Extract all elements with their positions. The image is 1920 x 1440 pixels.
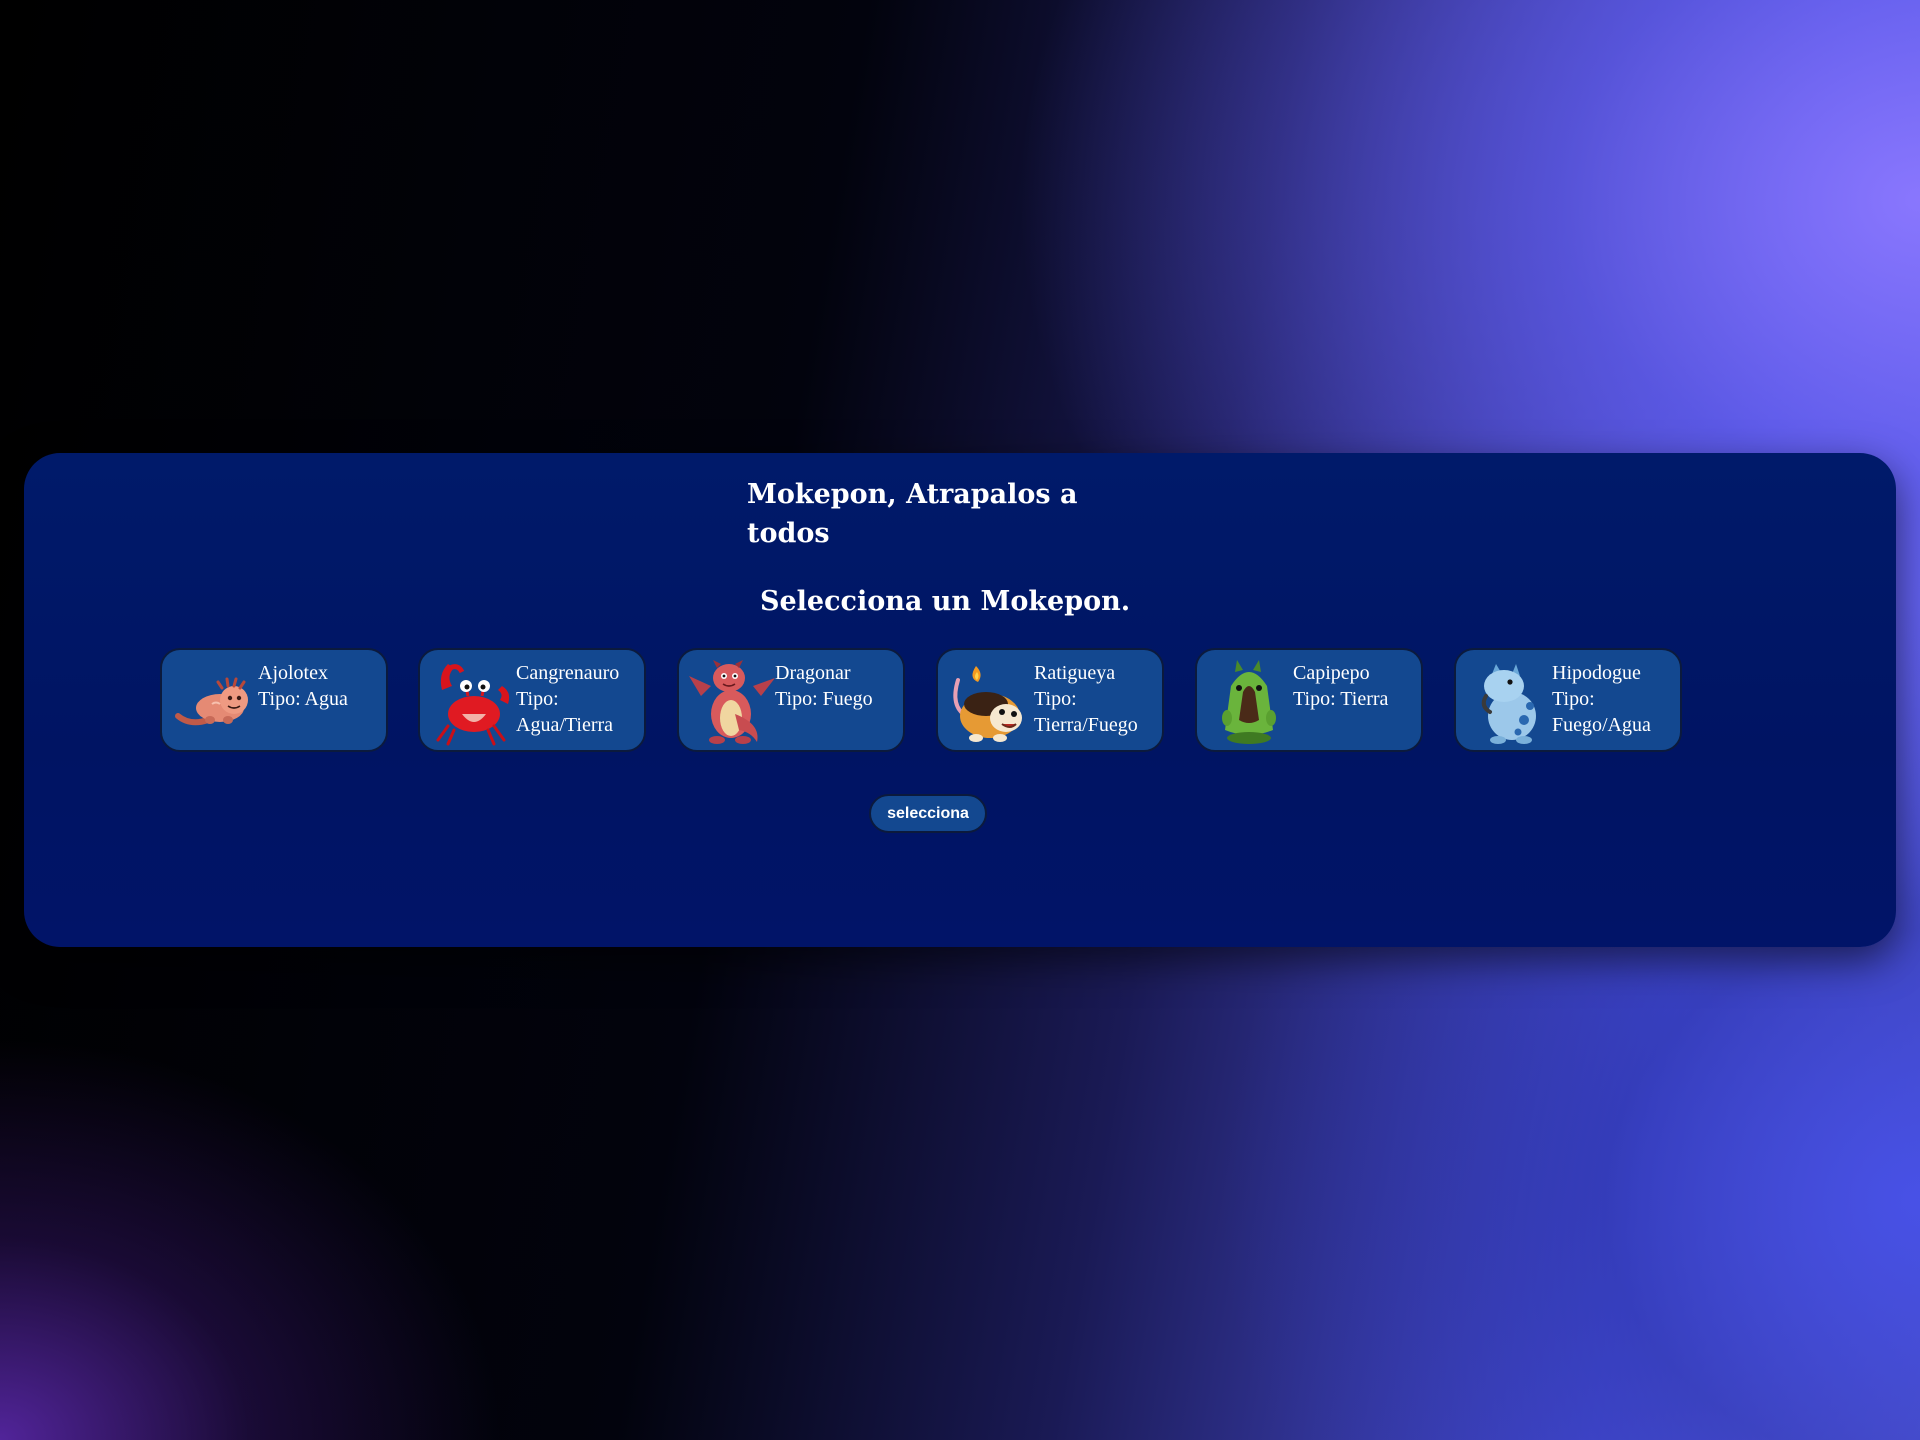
mokepon-type: Tipo: Tierra/Fuego bbox=[1034, 688, 1138, 736]
hippo-icon bbox=[1481, 664, 1536, 744]
mokepon-type: Tipo: Agua/Tierra bbox=[516, 688, 614, 736]
crab-icon bbox=[436, 664, 510, 746]
select-button[interactable]: selecciona bbox=[869, 794, 987, 833]
mokepon-card-dragonar[interactable]: Dragonar Tipo: Fuego bbox=[677, 648, 905, 752]
mokepon-type: Tipo: Fuego bbox=[775, 688, 873, 710]
mokepon-name: Dragonar bbox=[775, 662, 851, 684]
mokepon-card-cangrenauro[interactable]: Cangrenauro Tipo: Agua/Tierra bbox=[418, 648, 646, 752]
rat-icon bbox=[953, 666, 1022, 742]
mokepon-card-ratigueya[interactable]: Ratigueya Tipo: Tierra/Fuego bbox=[936, 648, 1164, 752]
page-subtitle: Selecciona un Mokepon. bbox=[760, 586, 1131, 617]
mokepon-name: Cangrenauro bbox=[516, 662, 620, 684]
axolotl-icon bbox=[175, 677, 248, 726]
mokepon-name: Hipodogue bbox=[1552, 662, 1641, 684]
mokepon-card-ajolotex[interactable]: Ajolotex Tipo: Agua bbox=[160, 648, 388, 752]
mokepon-card-capipepo[interactable]: Capipepo Tipo: Tierra bbox=[1195, 648, 1423, 752]
page-title: Mokepon, Atrapalos a todos bbox=[747, 479, 1078, 549]
mokepon-name: Ratigueya bbox=[1034, 662, 1116, 684]
dragon-icon bbox=[689, 660, 775, 744]
capybara-icon bbox=[1222, 660, 1276, 744]
mokepon-type: Tipo: Agua bbox=[258, 688, 348, 710]
mokepon-type: Tipo: Fuego/Agua bbox=[1552, 688, 1651, 736]
mokepon-name: Ajolotex bbox=[258, 662, 328, 684]
mokepon-type: Tipo: Tierra bbox=[1293, 688, 1389, 710]
mokepon-name: Capipepo bbox=[1293, 662, 1370, 684]
mokepon-card-hipodogue[interactable]: Hipodogue Tipo: Fuego/Agua bbox=[1454, 648, 1682, 752]
